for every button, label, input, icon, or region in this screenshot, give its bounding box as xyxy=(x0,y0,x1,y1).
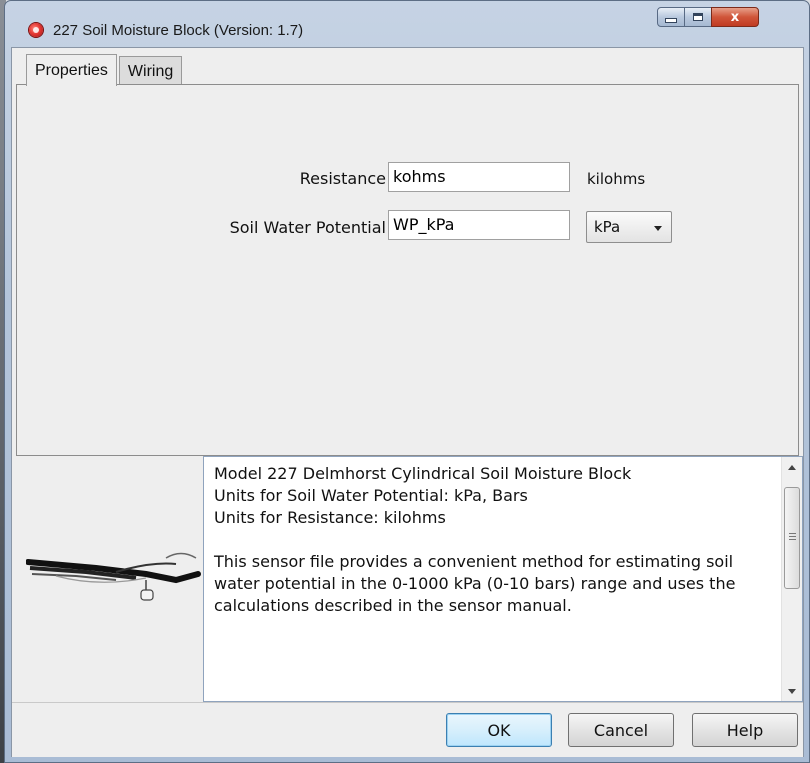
tab-strip: Properties Wiring xyxy=(26,54,183,86)
unit-select-value: kPa xyxy=(594,218,621,236)
unit-select[interactable]: kPa xyxy=(586,211,672,243)
resistance-label: Resistance xyxy=(299,169,386,188)
window-title: 227 Soil Moisture Block (Version: 1.7) xyxy=(53,22,304,39)
button-bar: OK Cancel Help xyxy=(12,702,803,757)
sensor-cable-image xyxy=(26,552,201,601)
description-box[interactable]: Model 227 Delmhorst Cylindrical Soil Moi… xyxy=(203,456,803,702)
description-text: Model 227 Delmhorst Cylindrical Soil Moi… xyxy=(214,464,736,615)
grip-line xyxy=(789,539,796,540)
grip-line xyxy=(789,533,796,534)
title-bar[interactable]: 227 Soil Moisture Block (Version: 1.7) x xyxy=(5,1,809,47)
minimize-button[interactable] xyxy=(657,7,685,27)
help-button[interactable]: Help xyxy=(692,713,798,747)
cancel-button[interactable]: Cancel xyxy=(568,713,674,747)
scroll-up-button[interactable] xyxy=(782,457,802,477)
chevron-down-icon xyxy=(788,688,796,694)
scroll-down-button[interactable] xyxy=(782,681,802,701)
chevron-down-icon xyxy=(654,226,662,231)
maximize-button[interactable] xyxy=(684,7,712,27)
properties-panel: Resistance kohms kilohms Soil Water Pote… xyxy=(16,84,799,456)
close-icon: x xyxy=(730,9,740,25)
maximize-icon xyxy=(693,13,703,21)
minimize-icon xyxy=(665,17,677,23)
resistance-unit-label: kilohms xyxy=(587,170,646,188)
ok-button[interactable]: OK xyxy=(446,713,552,747)
description-scrollbar[interactable] xyxy=(781,457,802,701)
soil-water-potential-label: Soil Water Potential xyxy=(229,218,386,237)
chevron-up-icon xyxy=(788,464,796,470)
dialog-client: Properties Wiring Resistance kohms kiloh… xyxy=(11,47,804,757)
grip-line xyxy=(789,536,796,537)
dialog-window: 227 Soil Moisture Block (Version: 1.7) x… xyxy=(4,0,810,763)
app-icon[interactable] xyxy=(29,23,43,37)
tab-properties[interactable]: Properties xyxy=(26,54,117,86)
tab-wiring[interactable]: Wiring xyxy=(118,56,183,86)
close-button[interactable]: x xyxy=(711,7,759,27)
resistance-input[interactable]: kohms xyxy=(388,162,570,192)
soil-water-potential-input[interactable]: WP_kPa xyxy=(388,210,570,240)
scroll-thumb[interactable] xyxy=(784,487,800,589)
